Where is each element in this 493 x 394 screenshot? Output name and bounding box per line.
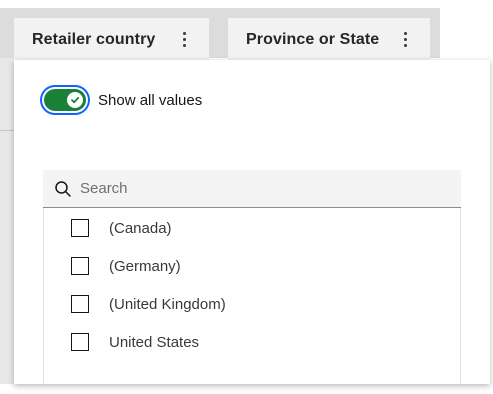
checkbox[interactable] <box>71 257 89 275</box>
show-all-values-row: Show all values <box>44 88 202 112</box>
list-item-label: United States <box>109 333 200 351</box>
toggle-knob <box>67 92 83 108</box>
column-header-label: Province or State <box>246 31 380 48</box>
overflow-menu-icon[interactable] <box>398 29 412 49</box>
column-header-province-or-state[interactable]: Province or State <box>228 18 430 62</box>
filter-values-list: (Canada) (Germany) (United Kingdom) Unit… <box>43 208 461 384</box>
column-header-retailer-country[interactable]: Retailer country <box>14 18 209 62</box>
row-divider <box>0 130 14 131</box>
list-item[interactable]: (Canada) <box>71 217 172 239</box>
search-input[interactable] <box>80 180 440 197</box>
list-item[interactable]: (Germany) <box>71 255 181 277</box>
checkbox[interactable] <box>71 295 89 313</box>
show-all-values-toggle[interactable] <box>44 89 86 111</box>
list-item-label: (Canada) <box>109 219 172 237</box>
table-body-left <box>0 58 14 384</box>
list-item-label: (Germany) <box>109 257 181 275</box>
checkbox[interactable] <box>71 333 89 351</box>
search-field[interactable] <box>43 170 461 208</box>
list-item[interactable]: United States <box>71 331 199 353</box>
checkbox[interactable] <box>71 219 89 237</box>
search-icon <box>54 180 72 198</box>
overflow-menu-icon[interactable] <box>177 29 191 49</box>
show-all-values-label: Show all values <box>98 91 203 109</box>
filter-dropdown-panel: Show all values (Canada) (Germany) (Unit… <box>14 60 490 384</box>
checkmark-icon <box>71 96 80 104</box>
list-item[interactable]: (United Kingdom) <box>71 293 226 315</box>
list-item-label: (United Kingdom) <box>109 295 226 313</box>
column-header-label: Retailer country <box>32 31 156 48</box>
